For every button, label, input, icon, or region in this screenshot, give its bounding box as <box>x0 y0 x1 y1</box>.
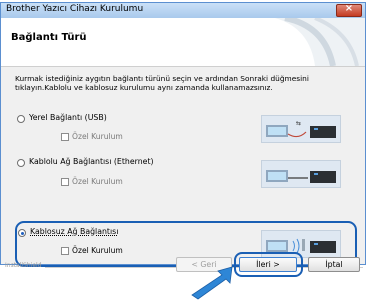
close-button[interactable]: × <box>336 3 362 17</box>
title-bar[interactable]: Brother Yazıcı Cihazı Kurulumu × <box>1 3 365 18</box>
ethernet-radio[interactable] <box>17 159 25 167</box>
installshield-watermark: InstallShield <box>5 262 42 269</box>
header-panel: Bağlantı Türü <box>1 18 365 67</box>
usb-custom-label: Özel Kurulum <box>72 132 123 141</box>
installer-window: Brother Yazıcı Cihazı Kurulumu × Bağlant… <box>0 2 366 269</box>
usb-radio[interactable] <box>17 115 25 123</box>
pointer-arrow-icon <box>191 266 233 300</box>
cancel-button[interactable]: İptal <box>308 257 360 272</box>
header-swoosh-graphic <box>275 18 365 66</box>
svg-text:⇆: ⇆ <box>296 120 301 127</box>
ethernet-custom-label: Özel Kurulum <box>72 177 123 186</box>
close-icon: × <box>344 3 354 14</box>
page-title: Bağlantı Türü <box>11 32 87 43</box>
usb-connection-illustration: ⇆ <box>261 115 341 143</box>
usb-option-label[interactable]: Yerel Bağlantı (USB) <box>29 113 107 122</box>
ethernet-custom-checkbox[interactable] <box>61 178 69 186</box>
ethernet-option-label[interactable]: Kablolu Ağ Bağlantısı (Ethernet) <box>29 157 154 166</box>
usb-custom-checkbox[interactable] <box>61 133 69 141</box>
instructions-text: Kurmak istediğiniz aygıtın bağlantı türü… <box>15 74 309 92</box>
window-title: Brother Yazıcı Cihazı Kurulumu <box>6 4 144 14</box>
next-button-highlight <box>234 252 303 277</box>
ethernet-connection-illustration <box>261 160 341 188</box>
